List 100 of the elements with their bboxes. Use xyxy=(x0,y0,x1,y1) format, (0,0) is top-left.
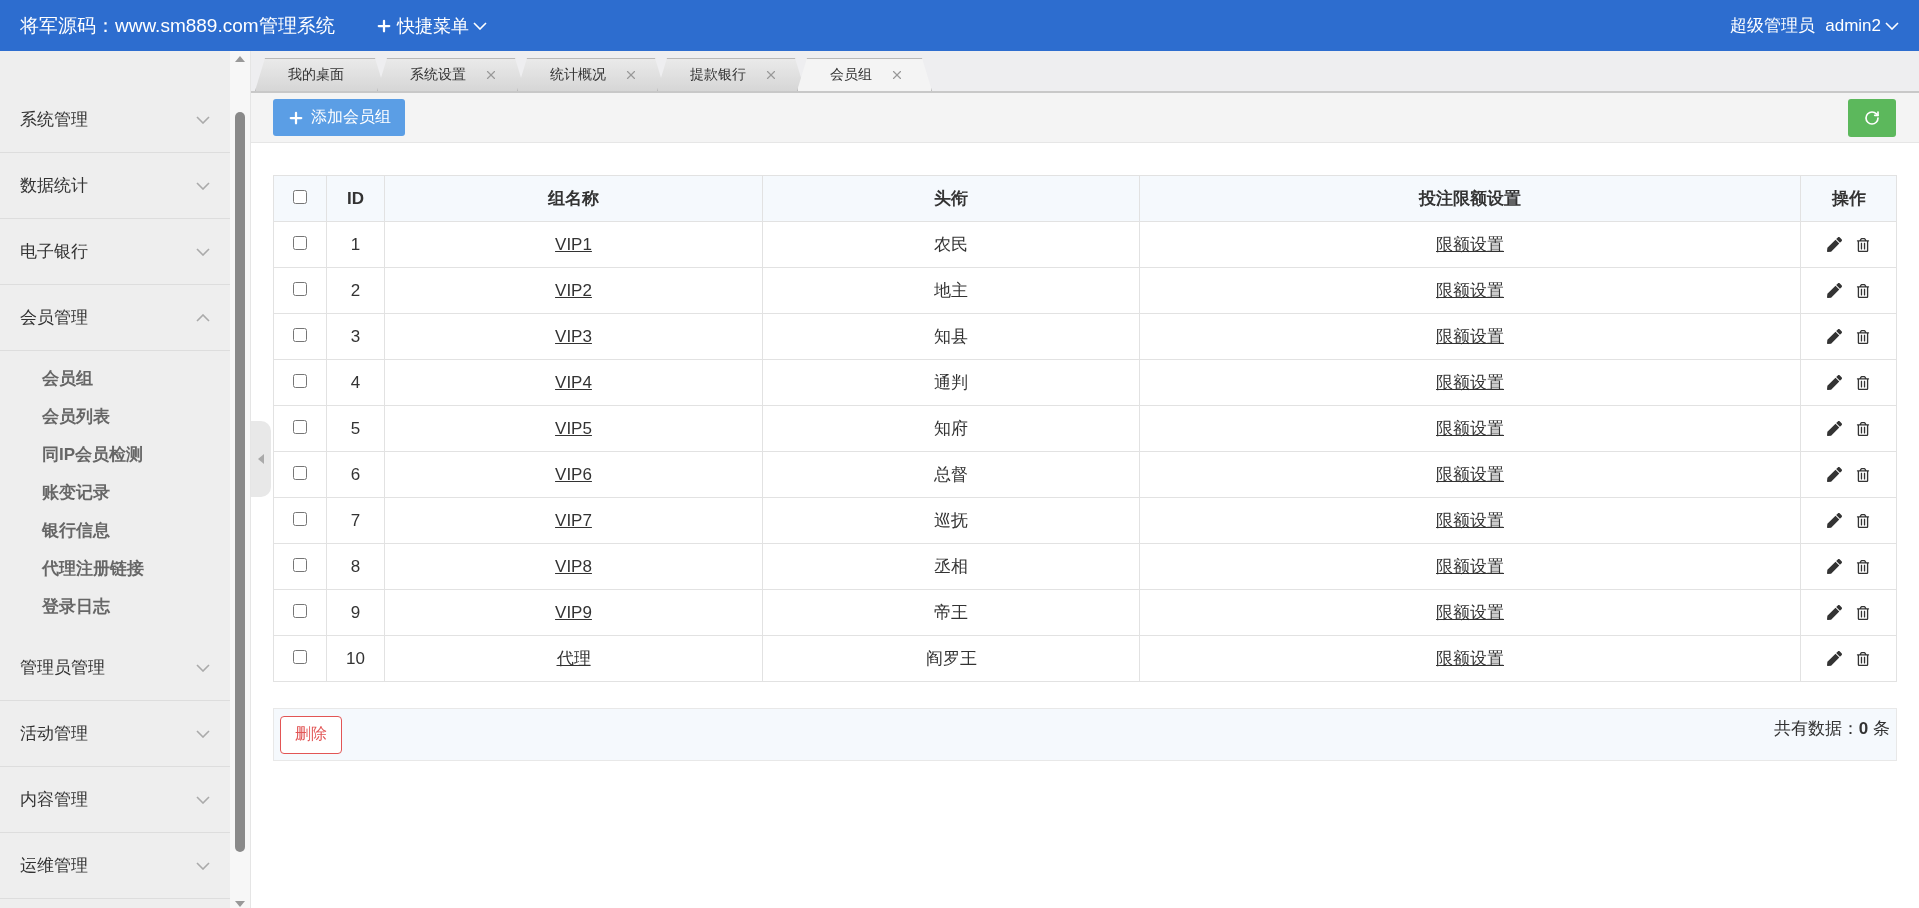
table-cell: 6 xyxy=(326,451,385,498)
limit-settings-link[interactable]: 限额设置 xyxy=(1436,373,1504,392)
app-title: 将军源码：www.sm889.com管理系统 xyxy=(20,13,335,38)
tab[interactable]: 会员组 xyxy=(797,58,932,91)
table-cell: 阎罗王 xyxy=(762,635,1140,682)
role-label: 超级管理员 xyxy=(1730,15,1816,37)
limit-settings-link[interactable]: 限额设置 xyxy=(1436,419,1504,438)
scroll-down-arrow-icon[interactable] xyxy=(234,900,246,908)
row-checkbox[interactable] xyxy=(293,603,307,618)
chevron-down-icon xyxy=(196,663,210,672)
table-cell: 9 xyxy=(326,589,385,636)
row-checkbox[interactable] xyxy=(293,511,307,526)
limit-settings-link[interactable]: 限额设置 xyxy=(1436,281,1504,300)
sidebar-item[interactable]: 银行信息 xyxy=(0,511,230,549)
collapse-handle[interactable] xyxy=(251,421,271,497)
table-cell: 7 xyxy=(326,497,385,544)
group-name-link[interactable]: VIP9 xyxy=(555,602,592,622)
row-checkbox[interactable] xyxy=(293,281,307,296)
sidebar-item[interactable]: 登录日志 xyxy=(0,587,230,625)
edit-icon[interactable] xyxy=(1827,651,1842,666)
sidebar-item[interactable]: 账变记录 xyxy=(0,473,230,511)
select-all-checkbox[interactable] xyxy=(293,189,307,204)
table-cell: 2 xyxy=(326,267,385,314)
limit-settings-link[interactable]: 限额设置 xyxy=(1436,649,1504,668)
sidebar-item[interactable]: 代理注册链接 xyxy=(0,549,230,587)
edit-icon[interactable] xyxy=(1827,559,1842,574)
sidebar-item[interactable]: 同IP会员检测 xyxy=(0,435,230,473)
scrollbar[interactable] xyxy=(230,51,250,908)
group-name-link[interactable]: VIP8 xyxy=(555,556,592,576)
chevron-down-icon xyxy=(196,115,210,124)
column-header: 操作 xyxy=(1800,175,1897,222)
chevron-down-icon xyxy=(196,795,210,804)
trash-icon[interactable] xyxy=(1856,559,1870,574)
group-name-link[interactable]: VIP1 xyxy=(555,234,592,254)
close-icon[interactable] xyxy=(890,68,904,82)
table-cell: 帝王 xyxy=(762,589,1140,636)
group-name-link[interactable]: VIP3 xyxy=(555,326,592,346)
edit-icon[interactable] xyxy=(1827,237,1842,252)
limit-settings-link[interactable]: 限额设置 xyxy=(1436,235,1504,254)
row-checkbox[interactable] xyxy=(293,235,307,250)
edit-icon[interactable] xyxy=(1827,467,1842,482)
trash-icon[interactable] xyxy=(1856,605,1870,620)
delete-button[interactable]: 删除 xyxy=(280,715,342,754)
group-name-link[interactable]: VIP6 xyxy=(555,464,592,484)
row-checkbox[interactable] xyxy=(293,465,307,480)
edit-icon[interactable] xyxy=(1827,329,1842,344)
table-cell: 丞相 xyxy=(762,543,1140,590)
column-header: 头衔 xyxy=(762,175,1140,222)
sidebar-item[interactable]: 会员列表 xyxy=(0,397,230,435)
table-cell: 3 xyxy=(326,313,385,360)
table-cell: 4 xyxy=(326,359,385,406)
trash-icon[interactable] xyxy=(1856,513,1870,528)
trash-icon[interactable] xyxy=(1856,651,1870,666)
row-checkbox[interactable] xyxy=(293,557,307,572)
trash-icon[interactable] xyxy=(1856,467,1870,482)
table-cell: 10 xyxy=(326,635,385,682)
column-header: ID xyxy=(326,175,385,222)
chevron-down-icon xyxy=(196,729,210,738)
limit-settings-link[interactable]: 限额设置 xyxy=(1436,511,1504,530)
chevron-down-icon xyxy=(196,861,210,870)
scroll-up-arrow-icon[interactable] xyxy=(234,55,246,63)
table-cell: 地主 xyxy=(762,267,1140,314)
group-name-link[interactable]: VIP5 xyxy=(555,418,592,438)
limit-settings-link[interactable]: 限额设置 xyxy=(1436,465,1504,484)
group-name-link[interactable]: VIP4 xyxy=(555,372,592,392)
chevron-down-icon xyxy=(196,247,210,256)
group-name-link[interactable]: VIP2 xyxy=(555,280,592,300)
column-header: 组名称 xyxy=(384,175,763,222)
edit-icon[interactable] xyxy=(1827,421,1842,436)
table-cell: 1 xyxy=(326,221,385,268)
row-checkbox[interactable] xyxy=(293,327,307,342)
user-menu[interactable]: admin2 xyxy=(1825,15,1899,36)
edit-icon[interactable] xyxy=(1827,513,1842,528)
table-cell: 知县 xyxy=(762,313,1140,360)
trash-icon[interactable] xyxy=(1856,329,1870,344)
table-cell: 巡抚 xyxy=(762,497,1140,544)
trash-icon[interactable] xyxy=(1856,375,1870,390)
table-cell: 5 xyxy=(326,405,385,452)
table-cell: 8 xyxy=(326,543,385,590)
trash-icon[interactable] xyxy=(1856,237,1870,252)
chevron-down-icon xyxy=(196,181,210,190)
edit-icon[interactable] xyxy=(1827,375,1842,390)
group-name-link[interactable]: 代理 xyxy=(556,649,591,668)
row-checkbox[interactable] xyxy=(293,649,307,664)
table-cell: 农民 xyxy=(762,221,1140,268)
edit-icon[interactable] xyxy=(1827,605,1842,620)
trash-icon[interactable] xyxy=(1856,283,1870,298)
quick-menu[interactable]: 快捷菜单 xyxy=(374,13,487,38)
limit-settings-link[interactable]: 限额设置 xyxy=(1436,327,1504,346)
row-checkbox[interactable] xyxy=(293,373,307,388)
scrollbar-thumb[interactable] xyxy=(235,111,245,852)
limit-settings-link[interactable]: 限额设置 xyxy=(1436,557,1504,576)
row-checkbox[interactable] xyxy=(293,419,307,434)
sidebar-item[interactable]: 会员组 xyxy=(0,359,230,397)
chevron-up-icon xyxy=(196,313,210,322)
trash-icon[interactable] xyxy=(1856,421,1870,436)
limit-settings-link[interactable]: 限额设置 xyxy=(1436,603,1504,622)
table-cell: 总督 xyxy=(762,451,1140,498)
edit-icon[interactable] xyxy=(1827,283,1842,298)
group-name-link[interactable]: VIP7 xyxy=(555,510,592,530)
